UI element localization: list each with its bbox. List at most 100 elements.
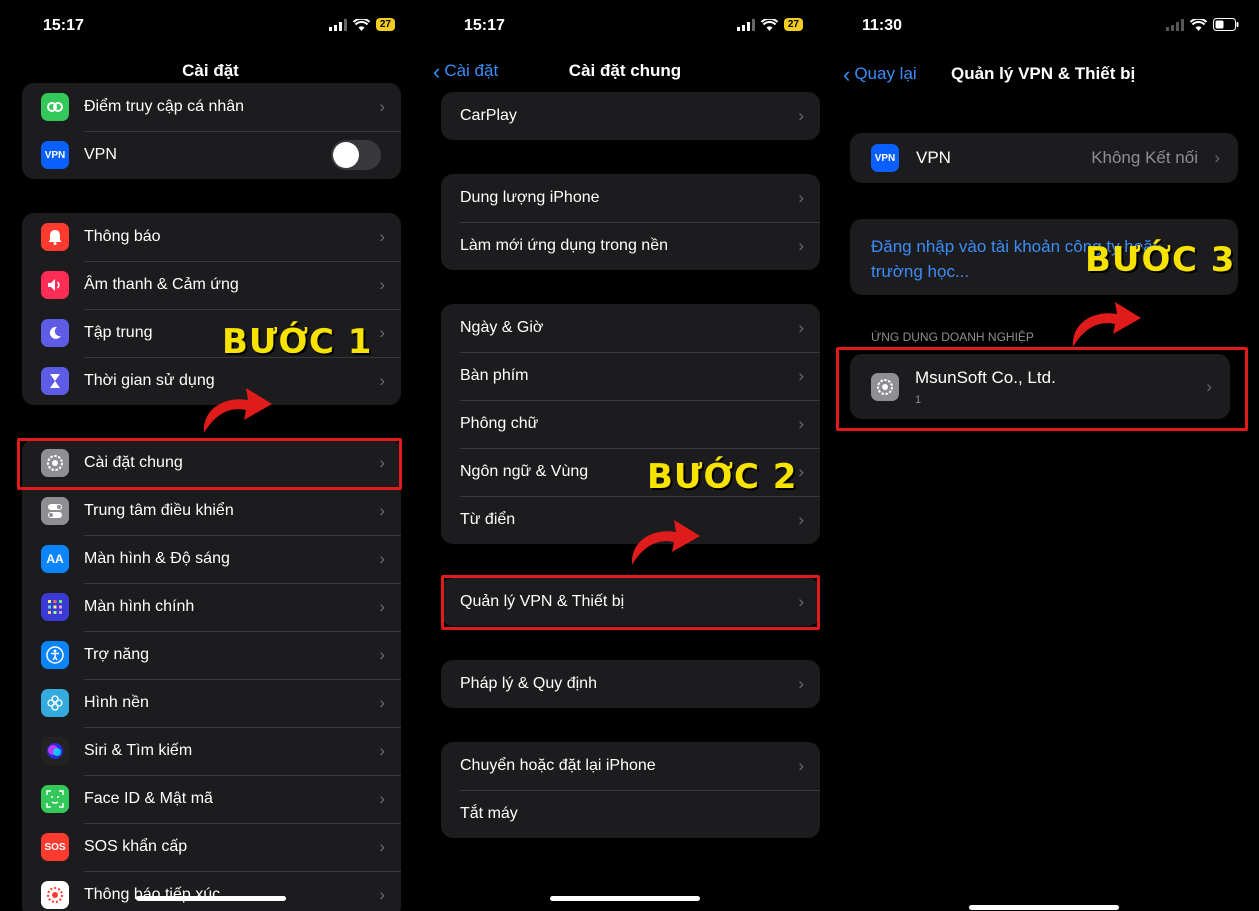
- settings-item-label: Face ID & Mật mã: [84, 790, 213, 807]
- speaker-icon: [41, 271, 69, 299]
- wifi-icon: [760, 18, 778, 31]
- chevron-right-icon: ›: [379, 741, 385, 760]
- chevron-right-icon: ›: [379, 275, 385, 294]
- settings-item-label: Tập trung: [84, 324, 153, 341]
- sos-icon: SOS: [41, 833, 69, 861]
- moon-icon: [41, 319, 69, 347]
- settings-item-exposure[interactable]: Thông báo tiếp xúc ›: [22, 871, 401, 911]
- settings-item-label: Màn hình chính: [84, 598, 195, 615]
- back-button[interactable]: ‹ Quay lại: [843, 61, 917, 87]
- general-group-carplay: CarPlay ›: [441, 92, 820, 140]
- chevron-right-icon: ›: [798, 366, 804, 385]
- chevron-right-icon: ›: [379, 693, 385, 712]
- chevron-right-icon: ›: [798, 462, 804, 481]
- battery-badge: 27: [375, 18, 395, 31]
- settings-item-sounds[interactable]: Âm thanh & Cảm ứng ›: [22, 261, 401, 309]
- hotspot-icon: [41, 93, 69, 121]
- shutdown-button[interactable]: Tắt máy: [441, 790, 820, 838]
- chevron-right-icon: ›: [379, 549, 385, 568]
- settings-item-display[interactable]: AA Màn hình & Độ sáng ›: [22, 535, 401, 583]
- chevron-right-icon: ›: [798, 188, 804, 207]
- settings-item-label: Âm thanh & Cảm ứng: [84, 276, 239, 293]
- nav-bar: ‹ Quay lại Quản lý VPN & Thiết bị: [829, 50, 1259, 92]
- chevron-right-icon: ›: [798, 318, 804, 337]
- highlight-box-step2: [441, 575, 820, 630]
- chevron-right-icon: ›: [379, 837, 385, 856]
- page-title: Quản lý VPN & Thiết bị: [951, 64, 1136, 83]
- settings-item-faceid[interactable]: Face ID & Mật mã ›: [22, 775, 401, 823]
- general-item-storage[interactable]: Dung lượng iPhone ›: [441, 174, 820, 222]
- general-group-reset: Chuyển hoặc đặt lại iPhone › Tắt máy: [441, 742, 820, 838]
- general-item-carplay[interactable]: CarPlay ›: [441, 92, 820, 140]
- accessibility-icon: [41, 641, 69, 669]
- settings-item-notifications[interactable]: Thông báo ›: [22, 213, 401, 261]
- red-arrow-icon: [1072, 302, 1141, 347]
- shutdown-label: Tắt máy: [460, 805, 518, 822]
- settings-item-siri[interactable]: Siri & Tìm kiếm ›: [22, 727, 401, 775]
- page-title: Cài đặt: [182, 61, 239, 80]
- home-indicator: [550, 896, 700, 901]
- settings-group-general: Cài đặt chung › Trung tâm điều khiển › A…: [22, 439, 401, 911]
- home-screen-icon: [41, 593, 69, 621]
- chevron-right-icon: ›: [379, 97, 385, 116]
- settings-item-sos[interactable]: SOS SOS khẩn cấp ›: [22, 823, 401, 871]
- chevron-right-icon: ›: [798, 510, 804, 529]
- settings-item-label: VPN: [84, 146, 117, 163]
- chevron-right-icon: ›: [798, 414, 804, 433]
- chevron-right-icon: ›: [379, 645, 385, 664]
- chevron-left-icon: ‹: [843, 61, 851, 87]
- general-item-legal[interactable]: Pháp lý & Quy định ›: [441, 660, 820, 708]
- step-label-2: BƯỚC 2: [647, 457, 798, 497]
- general-group-storage: Dung lượng iPhone › Làm mới ứng dụng tro…: [441, 174, 820, 270]
- general-item-label: Pháp lý & Quy định: [460, 675, 597, 692]
- vpn-label: VPN: [916, 148, 951, 167]
- settings-group-network: Điểm truy cập cá nhân › VPN VPN: [22, 83, 401, 179]
- vpn-row[interactable]: VPN VPN Không Kết nối ›: [850, 133, 1238, 183]
- vpn-icon: VPN: [41, 141, 69, 169]
- highlight-box-step1: [17, 438, 402, 490]
- chevron-right-icon: ›: [798, 106, 804, 125]
- settings-item-label: Hình nền: [84, 694, 149, 711]
- general-item-fonts[interactable]: Phông chữ ›: [441, 400, 820, 448]
- signal-icon: [1166, 18, 1184, 31]
- status-icons: [1166, 18, 1239, 31]
- chevron-right-icon: ›: [379, 789, 385, 808]
- settings-item-wallpaper[interactable]: Hình nền ›: [22, 679, 401, 727]
- status-time: 15:17: [464, 17, 505, 34]
- general-item-label: Ngày & Giờ: [460, 319, 544, 336]
- chevron-right-icon: ›: [798, 236, 804, 255]
- settings-item-vpn[interactable]: VPN VPN: [22, 131, 401, 179]
- step-label-3: BƯỚC 3: [1085, 240, 1236, 280]
- general-item-label: Làm mới ứng dụng trong nền: [460, 237, 668, 254]
- general-item-transfer-reset[interactable]: Chuyển hoặc đặt lại iPhone ›: [441, 742, 820, 790]
- siri-icon: [41, 737, 69, 765]
- settings-item-control-center[interactable]: Trung tâm điều khiển ›: [22, 487, 401, 535]
- signal-icon: [736, 18, 755, 31]
- battery-badge: 27: [783, 18, 803, 31]
- home-indicator: [135, 896, 286, 901]
- vpn-toggle[interactable]: [331, 140, 381, 170]
- status-time: 11:30: [862, 17, 903, 34]
- settings-item-home-screen[interactable]: Màn hình chính ›: [22, 583, 401, 631]
- status-icons: 27: [736, 18, 803, 31]
- vpn-icon: VPN: [871, 144, 899, 172]
- red-arrow-icon: [631, 520, 700, 565]
- settings-item-hotspot[interactable]: Điểm truy cập cá nhân ›: [22, 83, 401, 131]
- settings-item-accessibility[interactable]: Trợ năng ›: [22, 631, 401, 679]
- chevron-right-icon: ›: [379, 885, 385, 904]
- highlight-box-step3: [836, 347, 1248, 431]
- wifi-icon: [1190, 18, 1207, 31]
- general-item-background-refresh[interactable]: Làm mới ứng dụng trong nền ›: [441, 222, 820, 270]
- settings-item-label: Thông báo tiếp xúc: [84, 886, 221, 903]
- general-group-legal: Pháp lý & Quy định ›: [441, 660, 820, 708]
- vpn-status: Không Kết nối: [1091, 148, 1198, 167]
- settings-item-label: Trợ năng: [84, 646, 150, 663]
- general-item-label: Bàn phím: [460, 367, 529, 384]
- general-item-keyboard[interactable]: Bàn phím ›: [441, 352, 820, 400]
- faceid-icon: [41, 785, 69, 813]
- status-bar: 15:17 27: [421, 0, 829, 50]
- step-label-1: BƯỚC 1: [222, 322, 373, 362]
- status-bar: 15:17 27: [0, 0, 421, 50]
- general-item-date-time[interactable]: Ngày & Giờ ›: [441, 304, 820, 352]
- red-arrow-icon: [203, 388, 272, 433]
